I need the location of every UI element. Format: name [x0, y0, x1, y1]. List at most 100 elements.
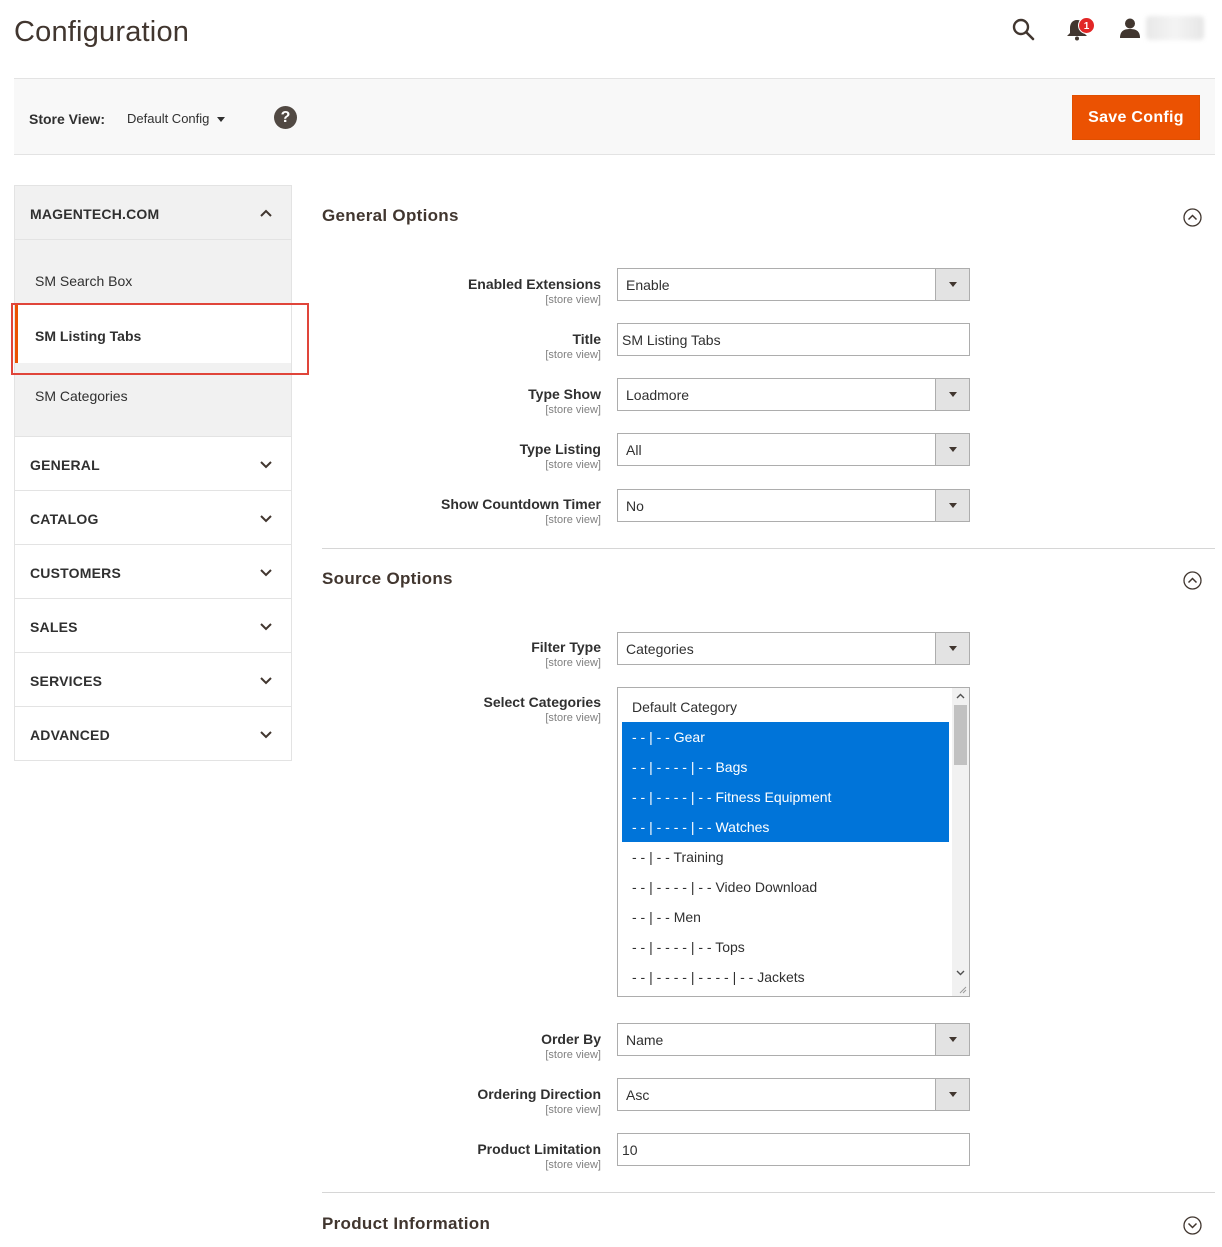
field-label-product-limitation: Product Limitation — [477, 1141, 601, 1157]
multiselect-scrollbar[interactable] — [952, 688, 969, 996]
sidebar-section-title: CUSTOMERS — [30, 565, 121, 581]
field-scope: [store view] — [545, 1049, 601, 1061]
category-option[interactable]: - - | - - - - | - - Tops — [622, 932, 949, 962]
section-title-source-options[interactable]: Source Options — [322, 569, 453, 589]
chevron-down-icon — [260, 731, 272, 739]
field-label-type-show: Type Show — [528, 386, 601, 402]
dropdown-arrow-icon — [935, 1079, 969, 1110]
expand-circle-down-icon[interactable] — [1183, 1216, 1202, 1235]
category-option[interactable]: - - | - - - - | - - Watches — [622, 812, 949, 842]
search-icon[interactable] — [1011, 17, 1035, 41]
sidebar-section-title: GENERAL — [30, 457, 100, 473]
type-show-select[interactable]: Loadmore — [617, 378, 970, 411]
chevron-down-icon — [260, 461, 272, 469]
select-value: Enable — [626, 277, 670, 293]
resize-grip-icon[interactable] — [959, 986, 967, 994]
sidebar-item-sm-listing-tabs[interactable]: SM Listing Tabs — [15, 305, 291, 363]
field-scope: [store view] — [545, 657, 601, 669]
sidebar-item-sm-search-box[interactable]: SM Search Box — [15, 250, 291, 308]
order-by-select[interactable]: Name — [617, 1023, 970, 1056]
sidebar-item-label: SM Search Box — [35, 273, 133, 289]
category-option[interactable]: - - | - - - - | - - Fitness Equipment — [622, 782, 949, 812]
scrollbar-thumb[interactable] — [954, 705, 967, 765]
field-scope: [store view] — [545, 459, 601, 471]
category-option[interactable]: - - | - - - - | - - - - | - - Jackets — [622, 962, 949, 992]
sidebar-section-title: CATALOG — [30, 511, 99, 527]
field-label-ordering-direction: Ordering Direction — [477, 1086, 601, 1102]
category-option[interactable]: - - | - - - - | - - Bags — [622, 752, 949, 782]
dropdown-arrow-icon — [935, 379, 969, 410]
field-label-select-categories: Select Categories — [483, 694, 602, 710]
section-divider — [322, 548, 1215, 549]
sidebar-section-title: SALES — [30, 619, 78, 635]
category-option[interactable]: - - | - - Gear — [622, 722, 949, 752]
section-title-product-information[interactable]: Product Information — [322, 1214, 490, 1234]
sidebar-section-advanced[interactable]: ADVANCED — [15, 707, 291, 761]
scroll-down-arrow-icon[interactable] — [955, 967, 966, 978]
save-config-button[interactable]: Save Config — [1072, 95, 1200, 140]
field-label-show-countdown-timer: Show Countdown Timer — [441, 496, 601, 512]
category-option[interactable]: Default Category — [622, 692, 949, 722]
section-title-general-options[interactable]: General Options — [322, 206, 459, 226]
select-value: All — [626, 442, 642, 458]
store-view-switcher[interactable]: Default Config — [127, 111, 226, 126]
chevron-down-icon — [260, 515, 272, 523]
section-divider — [322, 1192, 1215, 1193]
sidebar-section-customers[interactable]: CUSTOMERS — [15, 545, 291, 599]
account-name-blurred[interactable] — [1146, 16, 1204, 40]
chevron-down-icon — [260, 677, 272, 685]
filter-type-select[interactable]: Categories — [617, 632, 970, 665]
ordering-direction-select[interactable]: Asc — [617, 1078, 970, 1111]
field-label-type-listing: Type Listing — [519, 441, 601, 457]
select-categories-multiselect[interactable]: Default Category - - | - - Gear - - | - … — [617, 687, 970, 997]
show-countdown-timer-select[interactable]: No — [617, 489, 970, 522]
type-listing-select[interactable]: All — [617, 433, 970, 466]
product-limitation-input[interactable] — [617, 1133, 970, 1166]
enabled-extensions-select[interactable]: Enable — [617, 268, 970, 301]
user-icon[interactable] — [1119, 17, 1141, 39]
category-option[interactable]: - - | - - Training — [622, 842, 949, 872]
dropdown-arrow-icon — [935, 490, 969, 521]
config-sidebar: MAGENTECH.COM SM Search Box SM Listing T… — [14, 185, 292, 761]
store-view-label: Store View: — [29, 111, 105, 127]
category-option[interactable]: - - | - - - - | - - Video Download — [622, 872, 949, 902]
dropdown-arrow-icon — [935, 1024, 969, 1055]
select-value: Loadmore — [626, 387, 690, 403]
collapse-circle-up-icon[interactable] — [1183, 208, 1202, 227]
select-value: Asc — [626, 1087, 650, 1103]
sidebar-section-services[interactable]: SERVICES — [15, 653, 291, 707]
chevron-down-icon — [260, 623, 272, 631]
chevron-down-icon — [260, 569, 272, 577]
field-scope: [store view] — [545, 1159, 601, 1171]
field-label-title: Title — [572, 331, 601, 347]
sidebar-section-title: MAGENTECH.COM — [30, 206, 160, 222]
sidebar-item-label: SM Listing Tabs — [35, 328, 142, 344]
field-scope: [store view] — [545, 712, 601, 724]
sidebar-item-sm-categories[interactable]: SM Categories — [15, 365, 291, 423]
field-label-enabled-extensions: Enabled Extensions — [467, 276, 601, 292]
select-value: Categories — [626, 641, 694, 657]
sidebar-section-title: SERVICES — [30, 673, 103, 689]
title-input[interactable] — [617, 323, 970, 356]
sidebar-section-catalog[interactable]: CATALOG — [15, 491, 291, 545]
store-view-bar: Store View: Default Config ? Save Config — [14, 78, 1215, 155]
sidebar-section-magentech[interactable]: MAGENTECH.COM — [15, 186, 291, 240]
dropdown-arrow-icon — [935, 633, 969, 664]
field-scope: [store view] — [545, 514, 601, 526]
store-view-value: Default Config — [127, 111, 210, 126]
caret-down-icon — [217, 117, 226, 123]
field-scope: [store view] — [545, 294, 601, 306]
sidebar-section-general[interactable]: GENERAL — [15, 437, 291, 491]
help-icon[interactable]: ? — [274, 106, 297, 129]
dropdown-arrow-icon — [935, 269, 969, 300]
sidebar-section-sales[interactable]: SALES — [15, 599, 291, 653]
collapse-circle-up-icon[interactable] — [1183, 571, 1202, 590]
field-scope: [store view] — [545, 1104, 601, 1116]
sidebar-item-label: SM Categories — [35, 388, 128, 404]
page-title: Configuration — [14, 16, 190, 48]
field-label-order-by: Order By — [541, 1031, 601, 1047]
scroll-up-arrow-icon[interactable] — [955, 691, 966, 702]
sidebar-subitems: SM Search Box SM Listing Tabs SM Categor… — [15, 240, 291, 437]
sidebar-section-title: ADVANCED — [30, 727, 110, 743]
category-option[interactable]: - - | - - Men — [622, 902, 949, 932]
